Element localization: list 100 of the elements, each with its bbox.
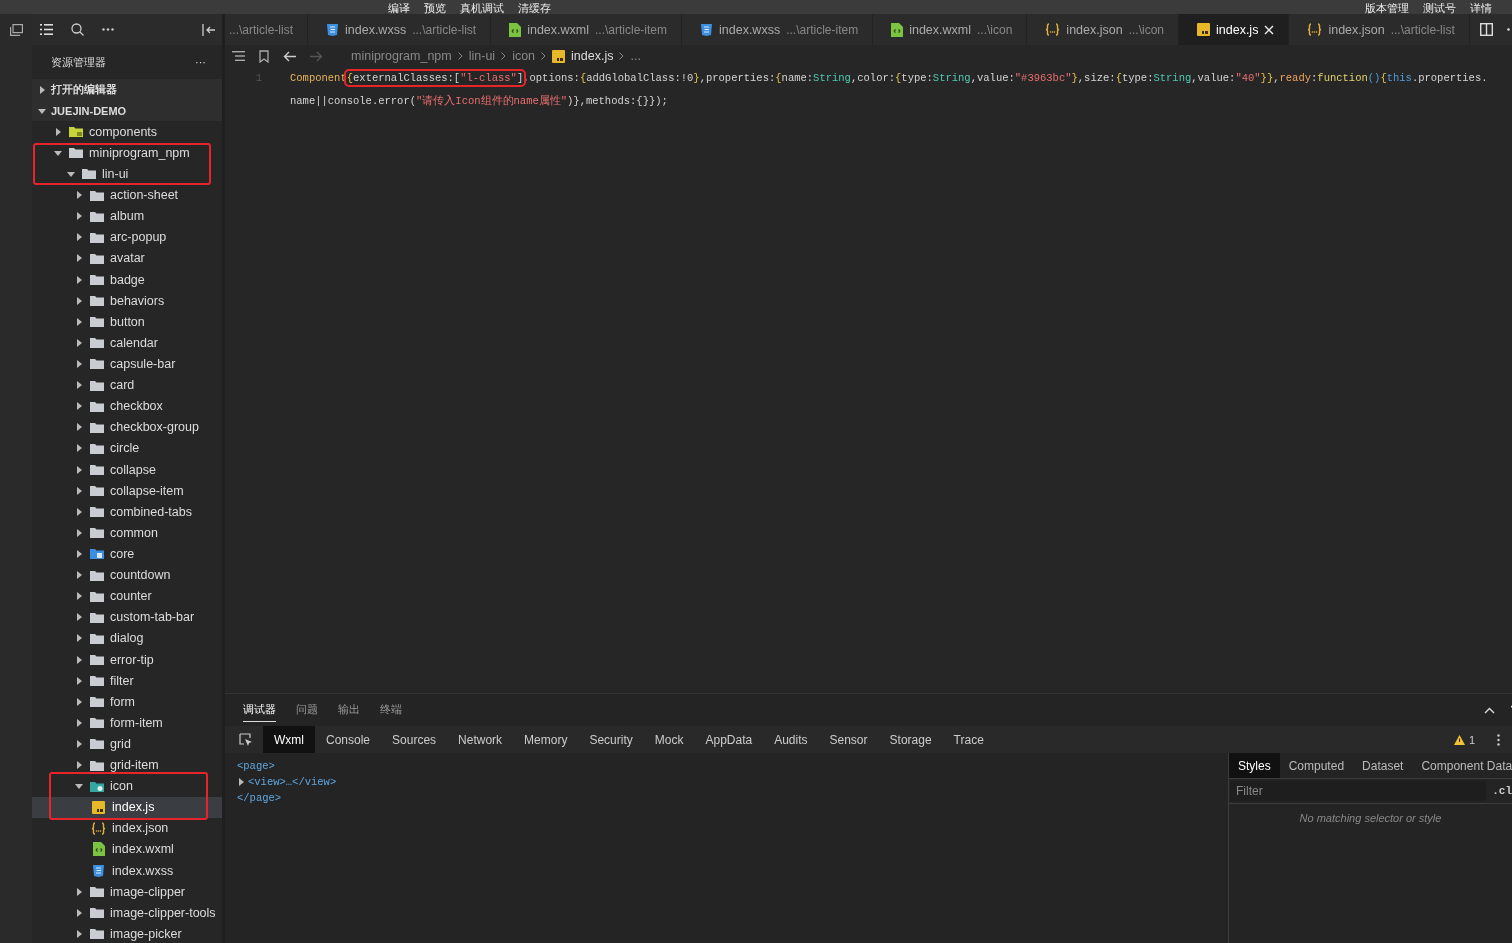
breadcrumb-item[interactable]: ... (630, 49, 641, 63)
styles-tab[interactable]: Styles (1229, 753, 1280, 778)
menu-item[interactable]: 版本管理 (1365, 3, 1409, 14)
tree-item[interactable]: index.wxss (32, 860, 222, 882)
tree-item[interactable]: collapse (32, 458, 222, 481)
tree-item[interactable]: image-clipper-tools (32, 902, 222, 924)
tree-item[interactable]: index.js (32, 796, 222, 818)
tree-item[interactable]: checkbox (32, 395, 222, 417)
back-arrow-icon[interactable] (283, 50, 296, 62)
tree-item[interactable]: circle (32, 437, 222, 459)
breadcrumb-item[interactable]: icon (512, 49, 536, 63)
devtools-tab[interactable]: Security (578, 726, 644, 753)
chevron-icon (541, 52, 547, 60)
devtools-tab[interactable]: Network (447, 726, 514, 753)
windows-icon[interactable] (9, 24, 23, 36)
devtools-tab[interactable]: Audits (763, 726, 819, 753)
panel-tab[interactable]: 调试器 (243, 698, 276, 722)
styles-tab[interactable]: Computed (1279, 753, 1354, 778)
tree-item[interactable]: button (32, 311, 222, 333)
folder-icon (89, 379, 104, 391)
tree-item[interactable]: counter (32, 585, 222, 607)
tree-item[interactable]: badge (32, 269, 222, 291)
menu-item[interactable]: 预览 (424, 3, 446, 14)
class-toggle[interactable]: .cl (1492, 785, 1512, 797)
search-icon[interactable] (71, 23, 84, 36)
tree-item[interactable]: common (32, 522, 222, 544)
tree-item[interactable]: form (32, 691, 222, 713)
split-editor-icon[interactable] (1480, 23, 1493, 36)
more-button[interactable]: ··· (195, 56, 206, 68)
devtools-tab[interactable]: Sources (381, 726, 448, 753)
list-icon[interactable] (40, 24, 53, 35)
devtools-tab[interactable]: Trace (942, 726, 995, 753)
close-icon[interactable] (1264, 24, 1275, 35)
styles-tab[interactable]: Dataset (1353, 753, 1413, 778)
chevron-icon (501, 52, 507, 60)
tree-item[interactable]: form-item (32, 712, 222, 734)
menu-item[interactable]: 真机调试 (460, 3, 504, 14)
dom-node[interactable]: </page> (237, 790, 282, 806)
menu-item[interactable]: 详情 (1470, 3, 1492, 14)
devtools-tab[interactable]: Wxml (263, 726, 315, 753)
devtools-tab[interactable]: Memory (513, 726, 579, 753)
tree-item[interactable]: image-clipper (32, 881, 222, 903)
styles-tab[interactable]: Component Data (1412, 753, 1512, 778)
panel-tab[interactable]: 终端 (380, 698, 402, 722)
tree-item[interactable]: avatar (32, 247, 222, 269)
tree-item[interactable]: checkbox-group (32, 416, 222, 438)
tree-item[interactable]: grid (32, 733, 222, 755)
breadcrumb-item[interactable]: miniprogram_npm (351, 49, 452, 63)
more-icon[interactable] (1497, 733, 1500, 746)
devtools-tab[interactable]: Mock (643, 726, 695, 753)
tree-item[interactable]: index.wxml (32, 838, 222, 861)
filter-field[interactable]: Filter (1230, 781, 1487, 801)
bookmark-icon[interactable] (259, 49, 269, 63)
devtools-tab[interactable]: Sensor (818, 726, 879, 753)
tree-item[interactable]: lin-ui (32, 163, 222, 185)
tree-item[interactable]: icon (32, 775, 222, 797)
devtools-tab[interactable]: AppData (694, 726, 764, 753)
section-header[interactable]: JUEJIN-DEMO (32, 100, 222, 122)
menu-item[interactable]: 清缓存 (518, 3, 551, 14)
tree-item[interactable]: collapse-item (32, 480, 222, 502)
devtools-tab[interactable]: Storage (878, 726, 943, 753)
tree-item[interactable]: filter (32, 670, 222, 692)
collapse-icon[interactable] (1484, 706, 1495, 714)
tree-item[interactable]: image-picker (32, 923, 222, 943)
wxml-file-icon (92, 842, 105, 857)
tree-item[interactable]: arc-popup (32, 226, 222, 248)
more-icon[interactable] (1507, 28, 1510, 31)
outline-icon[interactable] (232, 51, 245, 61)
tree-item[interactable]: error-tip (32, 648, 222, 671)
tree-item[interactable]: core (32, 543, 222, 565)
panel-tab[interactable]: 问题 (296, 698, 318, 722)
menu-item[interactable]: 编译 (388, 3, 410, 14)
section-header[interactable]: 打开的编辑器 (32, 79, 222, 101)
tree-item[interactable]: album (32, 205, 222, 227)
tree-item[interactable]: miniprogram_npm (32, 142, 222, 164)
devtools-tab[interactable]: Console (315, 726, 382, 753)
tree-item[interactable]: card (32, 374, 222, 396)
tree-item[interactable]: custom-tab-bar (32, 606, 222, 628)
dom-node[interactable]: <page> (237, 758, 275, 774)
collapse-sidebar-icon[interactable] (202, 23, 216, 36)
tree-item[interactable]: dialog (32, 627, 222, 649)
editor-tab[interactable]: index.js (1179, 14, 1290, 45)
folder-icon (89, 358, 104, 370)
panel-tab[interactable]: 输出 (338, 698, 360, 722)
tree-item[interactable]: action-sheet (32, 184, 222, 206)
tree-item[interactable]: capsule-bar (32, 353, 222, 375)
menu-item[interactable]: 测试号 (1423, 3, 1456, 14)
breadcrumb-item[interactable]: index.js (571, 49, 614, 63)
tree-item[interactable]: calendar (32, 332, 222, 354)
tree-item[interactable]: index.json (32, 817, 222, 839)
breadcrumb-item[interactable]: lin-ui (468, 49, 496, 63)
folder-icon (89, 464, 104, 475)
more-icon[interactable] (102, 28, 114, 31)
tree-item[interactable]: grid-item (32, 754, 222, 776)
inspect-icon[interactable] (239, 732, 253, 747)
tree-item[interactable]: behaviors (32, 290, 222, 312)
tree-item[interactable]: countdown (32, 564, 222, 586)
tree-item[interactable]: components (32, 121, 222, 143)
dom-node[interactable]: <view>…</view> (248, 774, 337, 790)
tree-item[interactable]: combined-tabs (32, 501, 222, 523)
